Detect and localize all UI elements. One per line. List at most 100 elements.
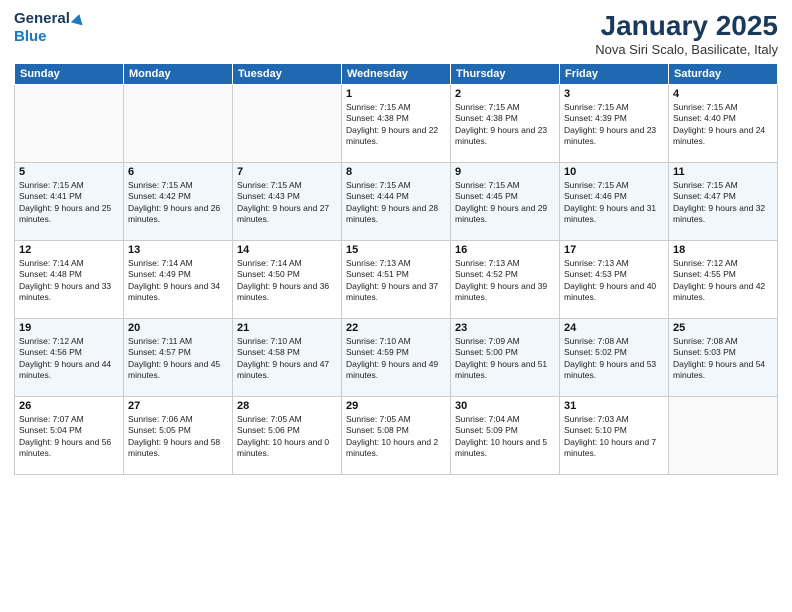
calendar-week-row: 5 Sunrise: 7:15 AMSunset: 4:41 PMDaylight… — [15, 163, 778, 241]
header: General Blue January 2025 Nova Siri Scal… — [14, 10, 778, 57]
calendar-cell: 3 Sunrise: 7:15 AMSunset: 4:39 PMDaylight… — [560, 85, 669, 163]
header-saturday: Saturday — [669, 64, 778, 85]
calendar-cell: 15Sunrise: 7:13 AMSunset: 4:51 PMDayligh… — [342, 241, 451, 319]
logo-general: General — [14, 10, 84, 27]
day-number: 2 — [455, 88, 555, 100]
day-number: 23 — [455, 322, 555, 334]
calendar-week-row: 19 Sunrise: 7:12 AMSunset: 4:56 PMDayligh… — [15, 319, 778, 397]
day-number: 22 — [346, 322, 446, 334]
day-number: 26 — [19, 400, 119, 412]
calendar-cell: 21Sunrise: 7:10 AMSunset: 4:58 PMDayligh… — [233, 319, 342, 397]
day-info: Sunrise: 7:14 AMSunset: 4:50 PMDaylight:… — [237, 258, 337, 304]
page: General Blue January 2025 Nova Siri Scal… — [0, 0, 792, 612]
day-info: Sunrise: 7:12 AMSunset: 4:56 PMDaylight:… — [19, 336, 119, 382]
day-info: Sunrise: 7:08 AMSunset: 5:03 PMDaylight:… — [673, 336, 773, 382]
day-info: Sunrise: 7:15 AMSunset: 4:47 PMDaylight:… — [673, 180, 773, 226]
day-number: 21 — [237, 322, 337, 334]
calendar-subtitle: Nova Siri Scalo, Basilicate, Italy — [595, 42, 778, 57]
day-number: 30 — [455, 400, 555, 412]
day-number: 19 — [19, 322, 119, 334]
calendar-cell: 29Sunrise: 7:05 AMSunset: 5:08 PMDayligh… — [342, 397, 451, 475]
calendar-cell: 10Sunrise: 7:15 AMSunset: 4:46 PMDayligh… — [560, 163, 669, 241]
day-info: Sunrise: 7:11 AMSunset: 4:57 PMDaylight:… — [128, 336, 228, 382]
calendar-cell: 16 Sunrise: 7:13 AMSunset: 4:52 PMDayligh… — [451, 241, 560, 319]
weekday-header-row: Sunday Monday Tuesday Wednesday Thursday… — [15, 64, 778, 85]
day-info: Sunrise: 7:06 AMSunset: 5:05 PMDaylight:… — [128, 414, 228, 460]
calendar-cell: 17Sunrise: 7:13 AMSunset: 4:53 PMDayligh… — [560, 241, 669, 319]
calendar-cell: 6Sunrise: 7:15 AMSunset: 4:42 PMDaylight… — [124, 163, 233, 241]
day-number: 13 — [128, 244, 228, 256]
day-number: 24 — [564, 322, 664, 334]
day-number: 11 — [673, 166, 773, 178]
day-info: Sunrise: 7:15 AMSunset: 4:46 PMDaylight:… — [564, 180, 664, 226]
day-number: 18 — [673, 244, 773, 256]
calendar-cell: 7Sunrise: 7:15 AMSunset: 4:43 PMDaylight… — [233, 163, 342, 241]
logo-line2: Blue — [14, 28, 47, 46]
day-info: Sunrise: 7:15 AMSunset: 4:38 PMDaylight:… — [455, 102, 555, 148]
day-number: 1 — [346, 88, 446, 100]
day-number: 25 — [673, 322, 773, 334]
calendar-week-row: 1 Sunrise: 7:15 AMSunset: 4:38 PMDaylight… — [15, 85, 778, 163]
day-info: Sunrise: 7:09 AMSunset: 5:00 PMDaylight:… — [455, 336, 555, 382]
day-info: Sunrise: 7:15 AMSunset: 4:44 PMDaylight:… — [346, 180, 446, 226]
day-info: Sunrise: 7:04 AMSunset: 5:09 PMDaylight:… — [455, 414, 555, 460]
calendar-cell: 13 Sunrise: 7:14 AMSunset: 4:49 PMDayligh… — [124, 241, 233, 319]
day-info: Sunrise: 7:10 AMSunset: 4:59 PMDaylight:… — [346, 336, 446, 382]
calendar-cell — [124, 85, 233, 163]
day-number: 5 — [19, 166, 119, 178]
header-monday: Monday — [124, 64, 233, 85]
calendar-cell: 22 Sunrise: 7:10 AMSunset: 4:59 PMDayligh… — [342, 319, 451, 397]
day-number: 14 — [237, 244, 337, 256]
day-number: 3 — [564, 88, 664, 100]
calendar-title: January 2025 — [595, 10, 778, 42]
logo: General Blue — [14, 10, 84, 46]
calendar-cell: 20 Sunrise: 7:11 AMSunset: 4:57 PMDayligh… — [124, 319, 233, 397]
calendar-cell: 25 Sunrise: 7:08 AMSunset: 5:03 PMDayligh… — [669, 319, 778, 397]
day-info: Sunrise: 7:14 AMSunset: 4:49 PMDaylight:… — [128, 258, 228, 304]
header-friday: Friday — [560, 64, 669, 85]
day-number: 17 — [564, 244, 664, 256]
logo-triangle-icon — [71, 13, 85, 26]
day-number: 7 — [237, 166, 337, 178]
header-wednesday: Wednesday — [342, 64, 451, 85]
title-block: January 2025 Nova Siri Scalo, Basilicate… — [595, 10, 778, 57]
calendar-week-row: 12 Sunrise: 7:14 AMSunset: 4:48 PMDayligh… — [15, 241, 778, 319]
calendar-cell — [233, 85, 342, 163]
calendar-cell — [669, 397, 778, 475]
day-number: 28 — [237, 400, 337, 412]
day-info: Sunrise: 7:13 AMSunset: 4:52 PMDaylight:… — [455, 258, 555, 304]
day-info: Sunrise: 7:13 AMSunset: 4:51 PMDaylight:… — [346, 258, 446, 304]
day-info: Sunrise: 7:07 AMSunset: 5:04 PMDaylight:… — [19, 414, 119, 460]
calendar-cell: 27 Sunrise: 7:06 AMSunset: 5:05 PMDayligh… — [124, 397, 233, 475]
calendar-cell: 19 Sunrise: 7:12 AMSunset: 4:56 PMDayligh… — [15, 319, 124, 397]
day-info: Sunrise: 7:03 AMSunset: 5:10 PMDaylight:… — [564, 414, 664, 460]
day-number: 27 — [128, 400, 228, 412]
day-info: Sunrise: 7:15 AMSunset: 4:41 PMDaylight:… — [19, 180, 119, 226]
logo-blue: Blue — [14, 28, 47, 45]
calendar-cell: 23 Sunrise: 7:09 AMSunset: 5:00 PMDayligh… — [451, 319, 560, 397]
calendar-cell: 5 Sunrise: 7:15 AMSunset: 4:41 PMDaylight… — [15, 163, 124, 241]
day-info: Sunrise: 7:15 AMSunset: 4:40 PMDaylight:… — [673, 102, 773, 148]
day-info: Sunrise: 7:14 AMSunset: 4:48 PMDaylight:… — [19, 258, 119, 304]
day-number: 9 — [455, 166, 555, 178]
day-number: 8 — [346, 166, 446, 178]
calendar-cell: 18 Sunrise: 7:12 AMSunset: 4:55 PMDayligh… — [669, 241, 778, 319]
day-info: Sunrise: 7:15 AMSunset: 4:39 PMDaylight:… — [564, 102, 664, 148]
day-info: Sunrise: 7:12 AMSunset: 4:55 PMDaylight:… — [673, 258, 773, 304]
header-thursday: Thursday — [451, 64, 560, 85]
day-info: Sunrise: 7:05 AMSunset: 5:08 PMDaylight:… — [346, 414, 446, 460]
logo-line1: General — [14, 10, 84, 28]
calendar-table: Sunday Monday Tuesday Wednesday Thursday… — [14, 63, 778, 475]
calendar-cell: 31Sunrise: 7:03 AMSunset: 5:10 PMDayligh… — [560, 397, 669, 475]
calendar-cell: 4 Sunrise: 7:15 AMSunset: 4:40 PMDaylight… — [669, 85, 778, 163]
day-number: 4 — [673, 88, 773, 100]
day-info: Sunrise: 7:15 AMSunset: 4:45 PMDaylight:… — [455, 180, 555, 226]
day-info: Sunrise: 7:15 AMSunset: 4:38 PMDaylight:… — [346, 102, 446, 148]
calendar-cell: 28Sunrise: 7:05 AMSunset: 5:06 PMDayligh… — [233, 397, 342, 475]
calendar-cell: 12 Sunrise: 7:14 AMSunset: 4:48 PMDayligh… — [15, 241, 124, 319]
calendar-cell: 8 Sunrise: 7:15 AMSunset: 4:44 PMDaylight… — [342, 163, 451, 241]
day-number: 16 — [455, 244, 555, 256]
day-number: 20 — [128, 322, 228, 334]
day-number: 12 — [19, 244, 119, 256]
calendar-cell: 30 Sunrise: 7:04 AMSunset: 5:09 PMDayligh… — [451, 397, 560, 475]
